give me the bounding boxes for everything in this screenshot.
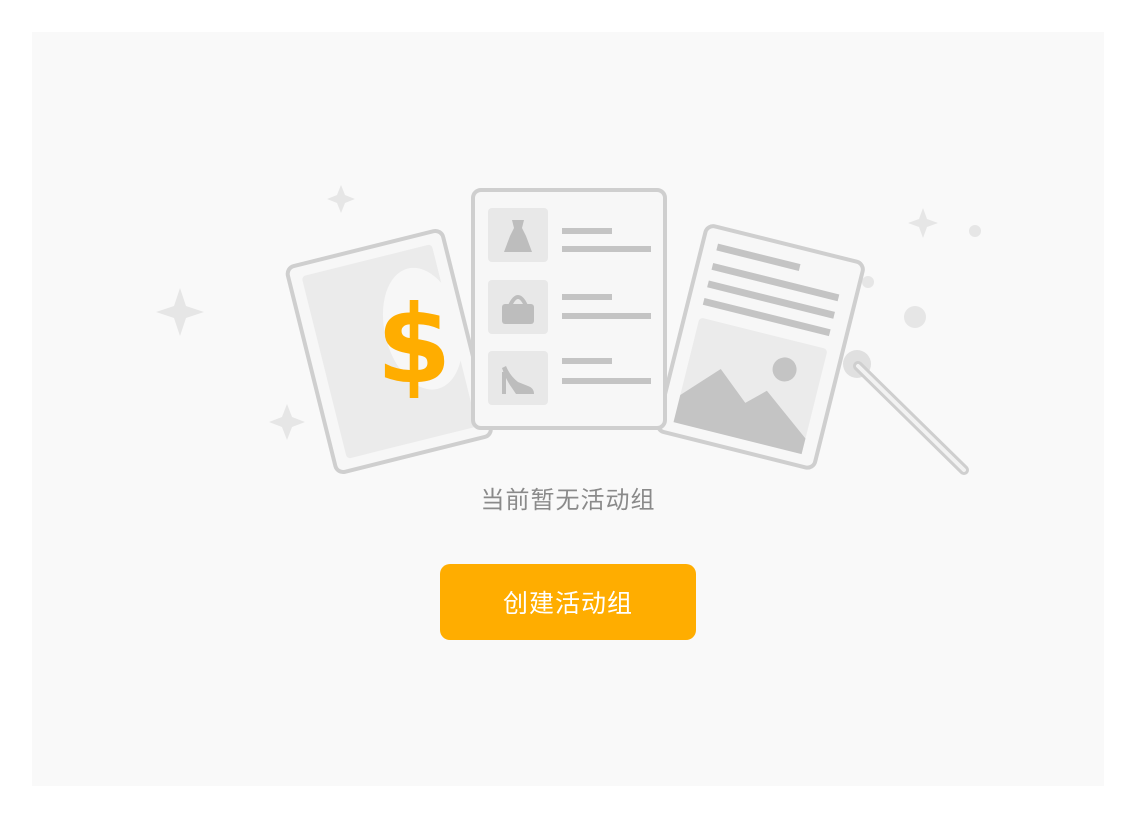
sparkle-icon [269, 404, 305, 440]
empty-illustration: $ [156, 185, 981, 475]
sparkle-icon [156, 288, 204, 336]
empty-state-panel: $ 当前暂无活动组 创建活动组 [32, 32, 1104, 786]
sparkle-icon [327, 185, 355, 213]
sparkle-dot [904, 306, 926, 328]
product-list-card [471, 188, 667, 430]
svg-text:$: $ [376, 283, 451, 408]
image-card-icon [655, 224, 865, 470]
dollar-icon: $ [376, 283, 451, 408]
empty-state-message: 当前暂无活动组 [480, 486, 656, 514]
magic-wand-icon [843, 350, 969, 475]
sparkle-dot [969, 225, 981, 237]
sparkle-dot [862, 276, 874, 288]
sparkle-icon [908, 208, 938, 238]
create-activity-group-button[interactable]: 创建活动组 [440, 564, 696, 640]
